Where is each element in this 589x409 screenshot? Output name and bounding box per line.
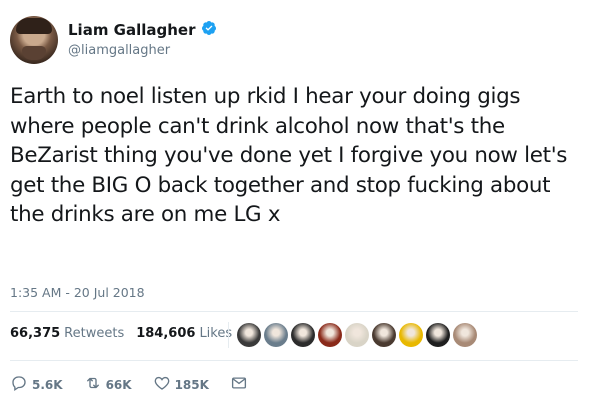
heart-icon bbox=[153, 374, 171, 395]
liker-avatar[interactable] bbox=[318, 323, 342, 347]
tweet-stats: 66,375 Retweets 184,606 Likes bbox=[10, 326, 244, 341]
reply-button[interactable]: 5.6K bbox=[10, 374, 63, 395]
retweets-label[interactable]: Retweets bbox=[64, 326, 124, 341]
liker-avatar[interactable] bbox=[264, 323, 288, 347]
retweets-count[interactable]: 66,375 bbox=[10, 326, 60, 341]
retweet-count: 66K bbox=[105, 377, 132, 392]
like-count: 185K bbox=[174, 377, 209, 392]
retweet-button[interactable]: 66K bbox=[84, 374, 132, 395]
tweet-text: Earth to noel listen up rkid I hear your… bbox=[10, 84, 568, 227]
direct-message-button[interactable] bbox=[230, 374, 248, 395]
tweet-timestamp[interactable]: 1:35 AM - 20 Jul 2018 bbox=[10, 285, 145, 300]
divider bbox=[10, 360, 578, 361]
liker-avatar[interactable] bbox=[372, 323, 396, 347]
liker-avatar[interactable] bbox=[453, 323, 477, 347]
verified-badge-icon bbox=[201, 20, 217, 40]
avatar-hair bbox=[16, 18, 52, 34]
divider bbox=[10, 311, 578, 312]
liker-avatar[interactable] bbox=[291, 323, 315, 347]
name-row: Liam Gallagher bbox=[68, 20, 217, 40]
likes-count[interactable]: 184,606 bbox=[136, 326, 195, 341]
envelope-icon bbox=[230, 374, 248, 395]
avatar[interactable] bbox=[10, 16, 58, 64]
liker-avatar[interactable] bbox=[345, 323, 369, 347]
liker-avatar[interactable] bbox=[399, 323, 423, 347]
liker-avatar[interactable] bbox=[426, 323, 450, 347]
handle[interactable]: @liamgallagher bbox=[68, 43, 170, 58]
avatar-beard bbox=[22, 46, 46, 60]
reply-count: 5.6K bbox=[32, 377, 63, 392]
liker-avatar[interactable] bbox=[237, 323, 261, 347]
reply-icon bbox=[10, 374, 28, 395]
tweet-actions: 5.6K 66K 185K bbox=[10, 374, 269, 395]
retweet-icon bbox=[84, 374, 102, 395]
liked-by-avatars bbox=[228, 322, 477, 348]
display-name[interactable]: Liam Gallagher bbox=[68, 21, 196, 39]
like-button[interactable]: 185K bbox=[153, 374, 209, 395]
